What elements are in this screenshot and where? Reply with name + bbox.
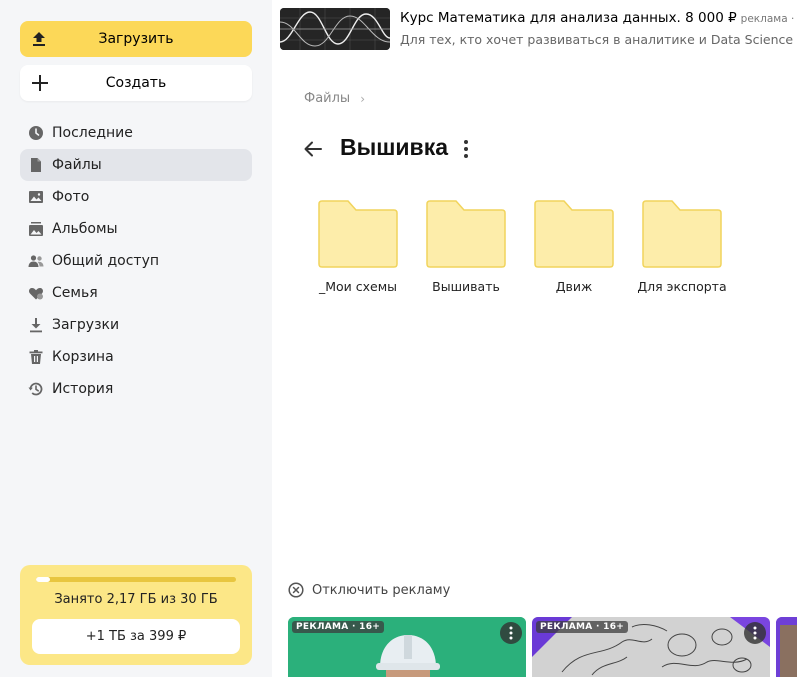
create-label: Создать <box>105 75 167 91</box>
sidebar-item-downloads[interactable]: Загрузки <box>20 309 252 341</box>
sidebar-item-photo[interactable]: Фото <box>20 181 252 213</box>
folder-icon <box>426 200 506 268</box>
disable-ads-link[interactable]: Отключить рекламу <box>288 582 450 598</box>
ad-more-icon[interactable] <box>744 622 766 644</box>
ad-card[interactable]: РЕКЛАМА · 16+ <box>288 617 526 677</box>
ad-more-icon[interactable] <box>500 622 522 644</box>
top-ad-banner[interactable]: Курс Математика для анализа данных. 8 00… <box>280 8 797 52</box>
folder-name: _Мои схемы <box>318 279 398 294</box>
ad-label: РЕКЛАМА · 16+ <box>292 621 385 633</box>
storage-used-text: Занято 2,17 ГБ из 30 ГБ <box>54 592 218 607</box>
storage-progress-bar <box>36 577 236 582</box>
ad-card-partial[interactable] <box>776 617 797 677</box>
page-title: Вышивка <box>340 134 449 160</box>
sidebar-item-label: Семья <box>52 285 98 301</box>
bottom-ads: РЕКЛАМА · 16+ РЕКЛАМА · 16+ <box>288 617 797 677</box>
create-button[interactable]: Создать <box>20 65 252 101</box>
breadcrumb-files[interactable]: Файлы <box>304 91 350 106</box>
partial-ad-image <box>776 617 797 677</box>
upload-label: Загрузить <box>98 31 174 47</box>
folder-icon <box>534 200 614 268</box>
breadcrumb: Файлы › <box>304 91 365 106</box>
sidebar-item-family[interactable]: Семья <box>20 277 252 309</box>
upload-icon <box>33 32 45 46</box>
back-arrow-icon[interactable] <box>302 138 324 160</box>
photo-icon <box>28 189 44 205</box>
ad-description: Для тех, кто хочет развиваться в аналити… <box>400 32 794 47</box>
sidebar-item-label: Альбомы <box>52 221 118 237</box>
sidebar-nav: Последние Файлы Фото Альбомы Общий досту… <box>20 117 252 405</box>
ad-tag: реклама · 16+ · <box>740 13 797 25</box>
folder-item[interactable]: Вышивать <box>412 198 520 294</box>
sidebar-item-label: Корзина <box>52 349 114 365</box>
family-heart-icon <box>28 285 44 301</box>
history-icon <box>28 381 44 397</box>
file-icon <box>28 157 44 173</box>
buy-storage-button[interactable]: +1 ТБ за 399 ₽ <box>32 619 240 654</box>
clock-icon <box>28 125 44 141</box>
sidebar-item-shared[interactable]: Общий доступ <box>20 245 252 277</box>
ad-title[interactable]: Курс Математика для анализа данных. 8 00… <box>400 10 737 26</box>
sidebar: Загрузить Создать Последние Файлы Фото А… <box>0 0 272 677</box>
folder-icon <box>642 200 722 268</box>
folder-icon <box>318 200 398 268</box>
sidebar-item-label: Общий доступ <box>52 253 160 269</box>
sidebar-item-label: Загрузки <box>52 317 120 333</box>
ad-card[interactable]: РЕКЛАМА · 16+ <box>532 617 770 677</box>
sidebar-item-label: История <box>52 381 114 397</box>
storage-progress-fill <box>36 577 51 582</box>
math-graph-image <box>280 8 390 50</box>
folder-item[interactable]: _Мои схемы <box>304 198 412 294</box>
folder-item[interactable]: Для экспорта <box>628 198 736 294</box>
sidebar-item-albums[interactable]: Альбомы <box>20 213 252 245</box>
people-icon <box>28 253 44 269</box>
plus-icon <box>32 75 48 91</box>
sidebar-item-label: Последние <box>52 125 133 141</box>
folder-item[interactable]: Движ <box>520 198 628 294</box>
storage-panel: Занято 2,17 ГБ из 30 ГБ +1 ТБ за 399 ₽ <box>20 565 252 665</box>
upload-button[interactable]: Загрузить <box>20 21 252 57</box>
folder-name: Для экспорта <box>637 279 727 294</box>
sidebar-item-trash[interactable]: Корзина <box>20 341 252 373</box>
ad-thumbnail <box>280 8 390 50</box>
folder-name: Движ <box>555 279 593 294</box>
folder-name: Вышивать <box>432 279 500 294</box>
sidebar-item-label: Файлы <box>52 157 102 173</box>
sidebar-item-label: Фото <box>52 189 90 205</box>
close-circle-icon <box>288 582 304 598</box>
folder-grid: _Мои схемы Вышивать Движ Для экспорта <box>304 198 736 294</box>
ad-title-row: Курс Математика для анализа данных. 8 00… <box>400 10 797 26</box>
more-options-icon[interactable] <box>456 138 476 160</box>
disable-ads-label: Отключить рекламу <box>312 582 451 598</box>
breadcrumb-separator: › <box>360 91 365 106</box>
albums-icon <box>28 221 44 237</box>
sidebar-item-recent[interactable]: Последние <box>20 117 252 149</box>
download-icon <box>28 317 44 333</box>
ad-label: РЕКЛАМА · 16+ <box>536 621 629 633</box>
sidebar-item-history[interactable]: История <box>20 373 252 405</box>
sidebar-item-files[interactable]: Файлы <box>20 149 252 181</box>
trash-icon <box>28 349 44 365</box>
